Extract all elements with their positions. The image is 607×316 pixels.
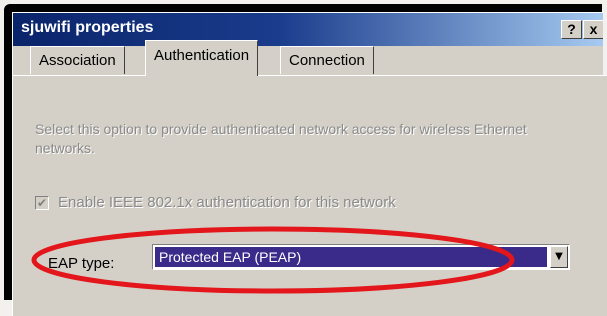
dropdown-arrow-button[interactable]: ▼ [550,246,568,268]
help-button[interactable]: ? [561,20,582,39]
enable-8021x-checkbox[interactable]: ✔ [35,196,49,210]
eap-type-selected-value: Protected EAP (PEAP) [155,247,547,267]
close-button[interactable]: x [583,20,603,39]
chevron-down-icon: ▼ [555,251,563,262]
eap-type-label: EAP type: [48,255,115,272]
tab-association[interactable]: Association [30,46,125,74]
enable-8021x-label: Enable IEEE 802.1x authentication for th… [58,194,396,211]
eap-type-select[interactable]: Protected EAP (PEAP) ▼ [152,244,570,270]
window-title: sjuwifi properties [21,19,154,36]
tab-connection[interactable]: Connection [280,46,374,74]
checkmark-icon: ✔ [36,196,48,210]
tab-authentication[interactable]: Authentication [145,40,259,76]
description-text: Select this option to provide authentica… [35,121,527,156]
tab-strip: Association Authentication Connection [12,40,582,76]
